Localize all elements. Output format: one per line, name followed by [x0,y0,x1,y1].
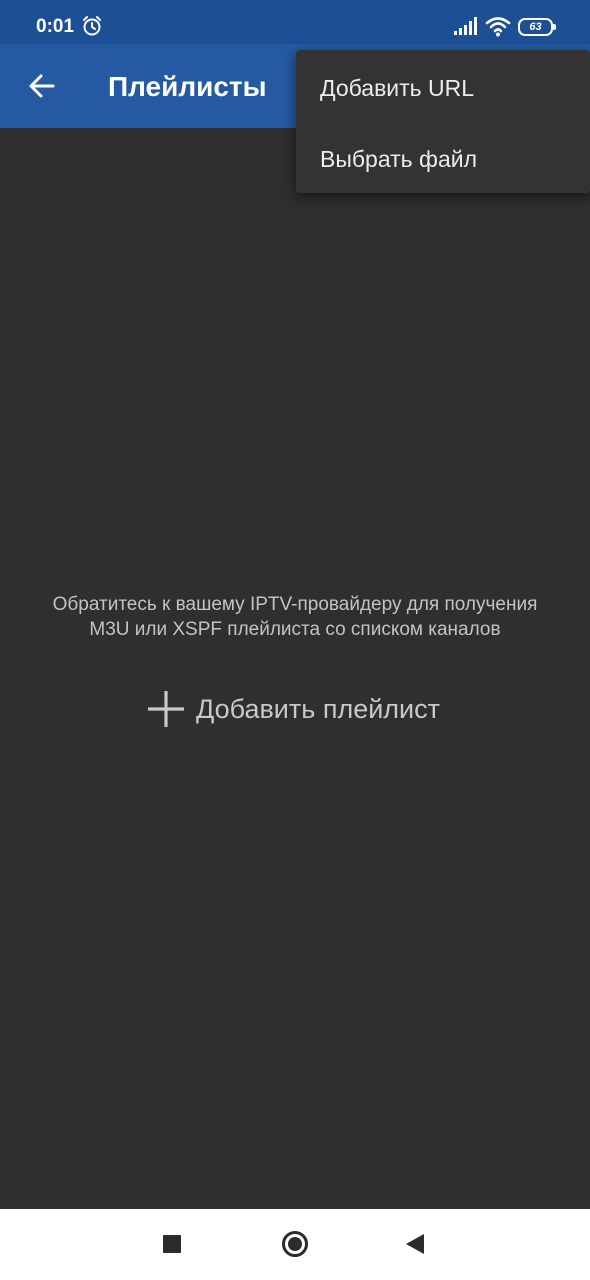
empty-hint-line-1: Обратитесь к вашему IPTV-провайдеру для … [52,594,538,615]
alarm-icon [83,16,101,36]
arrow-left-icon [29,74,55,98]
battery-icon: 63 [518,18,556,36]
add-playlist-button[interactable]: Добавить плейлист [142,684,462,734]
overflow-menu: Добавить URL Выбрать файл [296,50,590,193]
add-playlist-label: Добавить плейлист [196,694,441,724]
page-title: Плейлисты [108,71,267,102]
battery-level: 63 [529,21,542,33]
home-circle-icon[interactable] [282,1231,308,1257]
playlists-content: Обратитесь к вашему IPTV-провайдеру для … [0,128,590,1209]
status-time: 0:01 [36,16,75,37]
menu-item-choose-file[interactable]: Выбрать файл [296,123,590,195]
back-button[interactable] [18,64,66,108]
wifi-icon [485,17,511,37]
battery-body: 63 [518,18,553,36]
status-bar: 0:01 63 [0,0,590,44]
plus-icon [148,691,184,727]
recents-square-icon[interactable] [163,1235,181,1253]
empty-hint-line-2: M3U или XSPF плейлиста со списком канало… [89,619,501,640]
battery-tip [553,24,556,30]
empty-state-hint: Обратитесь к вашему IPTV-провайдеру для … [0,592,590,642]
back-triangle-icon[interactable] [405,1233,425,1255]
signal-icon [454,17,477,35]
menu-item-add-url[interactable]: Добавить URL [296,52,590,124]
system-nav-bar [0,1209,590,1280]
home-circle-dot [288,1237,302,1251]
